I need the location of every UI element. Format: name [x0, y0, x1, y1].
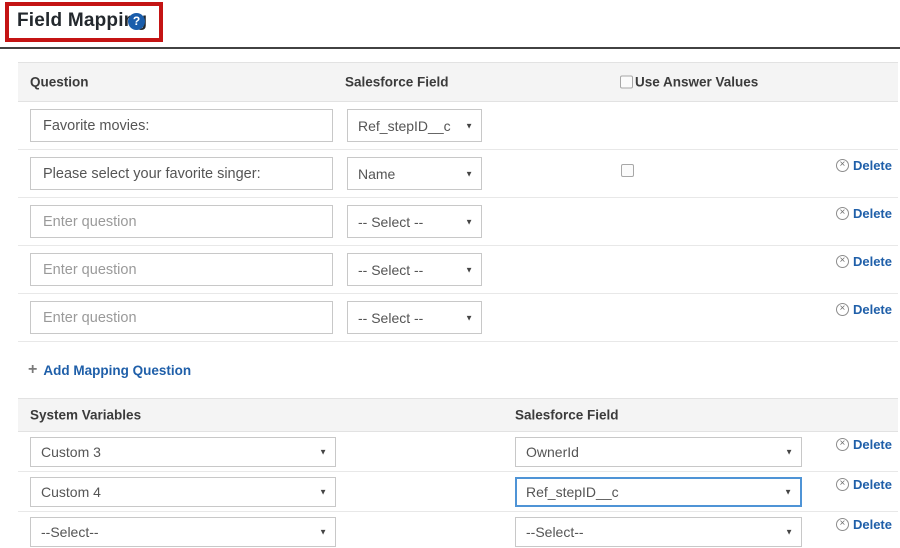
system-row-2: Custom 4 ▼ Ref_stepID__c ▼ × Delete	[18, 472, 898, 512]
chevron-down-icon: ▼	[319, 488, 327, 497]
salesforce-field-select[interactable]: -- Select -- ▼	[347, 253, 482, 286]
question-mapping-table: Question Salesforce Field Use Answer Val…	[18, 62, 898, 342]
salesforce-field-column-header: Salesforce Field	[345, 75, 449, 90]
chevron-down-icon: ▼	[465, 217, 473, 226]
chevron-down-icon: ▼	[784, 488, 792, 497]
delete-circle-x-icon: ×	[836, 438, 849, 451]
system-variables-table: System Variables Salesforce Field Custom…	[18, 398, 898, 548]
salesforce-field-select[interactable]: -- Select -- ▼	[347, 301, 482, 334]
delete-button[interactable]: × Delete	[836, 437, 892, 452]
question-column-header: Question	[30, 75, 89, 90]
field-mapping-page: Field Mapping ? Question Salesforce Fiel…	[0, 0, 900, 548]
chevron-down-icon: ▼	[465, 265, 473, 274]
help-icon[interactable]: ?	[128, 13, 145, 30]
chevron-down-icon: ▼	[465, 313, 473, 322]
question-input[interactable]	[30, 205, 333, 238]
question-row-1: Ref_stepID__c ▼	[18, 102, 898, 150]
system-row-3: --Select-- ▼ --Select-- ▼ × Delete	[18, 512, 898, 548]
salesforce-field-select-focused[interactable]: Ref_stepID__c ▼	[515, 477, 802, 507]
add-mapping-question-button[interactable]: + Add Mapping Question	[28, 362, 191, 378]
delete-button[interactable]: × Delete	[836, 254, 892, 269]
chevron-down-icon: ▼	[319, 528, 327, 537]
use-answer-values-row-checkbox[interactable]	[621, 164, 634, 177]
salesforce-field-select[interactable]: Name ▼	[347, 157, 482, 190]
system-row-1: Custom 3 ▼ OwnerId ▼ × Delete	[18, 432, 898, 472]
salesforce-field-select[interactable]: -- Select -- ▼	[347, 205, 482, 238]
delete-button[interactable]: × Delete	[836, 206, 892, 221]
delete-circle-x-icon: ×	[836, 478, 849, 491]
delete-circle-x-icon: ×	[836, 255, 849, 268]
question-row-4: -- Select -- ▼ × Delete	[18, 246, 898, 294]
chevron-down-icon: ▼	[785, 528, 793, 537]
use-answer-values-label: Use Answer Values	[635, 75, 758, 90]
question-row-3: -- Select -- ▼ × Delete	[18, 198, 898, 246]
question-input[interactable]	[30, 301, 333, 334]
system-variables-column-header: System Variables	[30, 408, 141, 423]
title-divider	[0, 47, 900, 49]
system-variable-select[interactable]: --Select-- ▼	[30, 517, 336, 547]
salesforce-field-select[interactable]: Ref_stepID__c ▼	[347, 109, 482, 142]
salesforce-field-select[interactable]: OwnerId ▼	[515, 437, 802, 467]
plus-icon: +	[28, 362, 37, 378]
question-row-5: -- Select -- ▼ × Delete	[18, 294, 898, 342]
use-answer-values-checkbox[interactable]	[620, 76, 633, 89]
question-input[interactable]	[30, 253, 333, 286]
system-table-header: System Variables Salesforce Field	[18, 398, 898, 432]
system-variable-select[interactable]: Custom 3 ▼	[30, 437, 336, 467]
chevron-down-icon: ▼	[465, 121, 473, 130]
question-table-header: Question Salesforce Field Use Answer Val…	[18, 62, 898, 102]
delete-button[interactable]: × Delete	[836, 302, 892, 317]
delete-circle-x-icon: ×	[836, 518, 849, 531]
salesforce-field-select[interactable]: --Select-- ▼	[515, 517, 802, 547]
chevron-down-icon: ▼	[785, 448, 793, 457]
question-input[interactable]	[30, 157, 333, 190]
delete-button[interactable]: × Delete	[836, 477, 892, 492]
delete-button[interactable]: × Delete	[836, 158, 892, 173]
delete-button[interactable]: × Delete	[836, 517, 892, 532]
system-variable-select[interactable]: Custom 4 ▼	[30, 477, 336, 507]
delete-circle-x-icon: ×	[836, 303, 849, 316]
question-input[interactable]	[30, 109, 333, 142]
question-row-2: Name ▼ × Delete	[18, 150, 898, 198]
chevron-down-icon: ▼	[465, 169, 473, 178]
use-answer-values-header: Use Answer Values	[620, 75, 758, 90]
salesforce-field-column-header: Salesforce Field	[515, 408, 619, 423]
delete-circle-x-icon: ×	[836, 207, 849, 220]
chevron-down-icon: ▼	[319, 448, 327, 457]
delete-circle-x-icon: ×	[836, 159, 849, 172]
